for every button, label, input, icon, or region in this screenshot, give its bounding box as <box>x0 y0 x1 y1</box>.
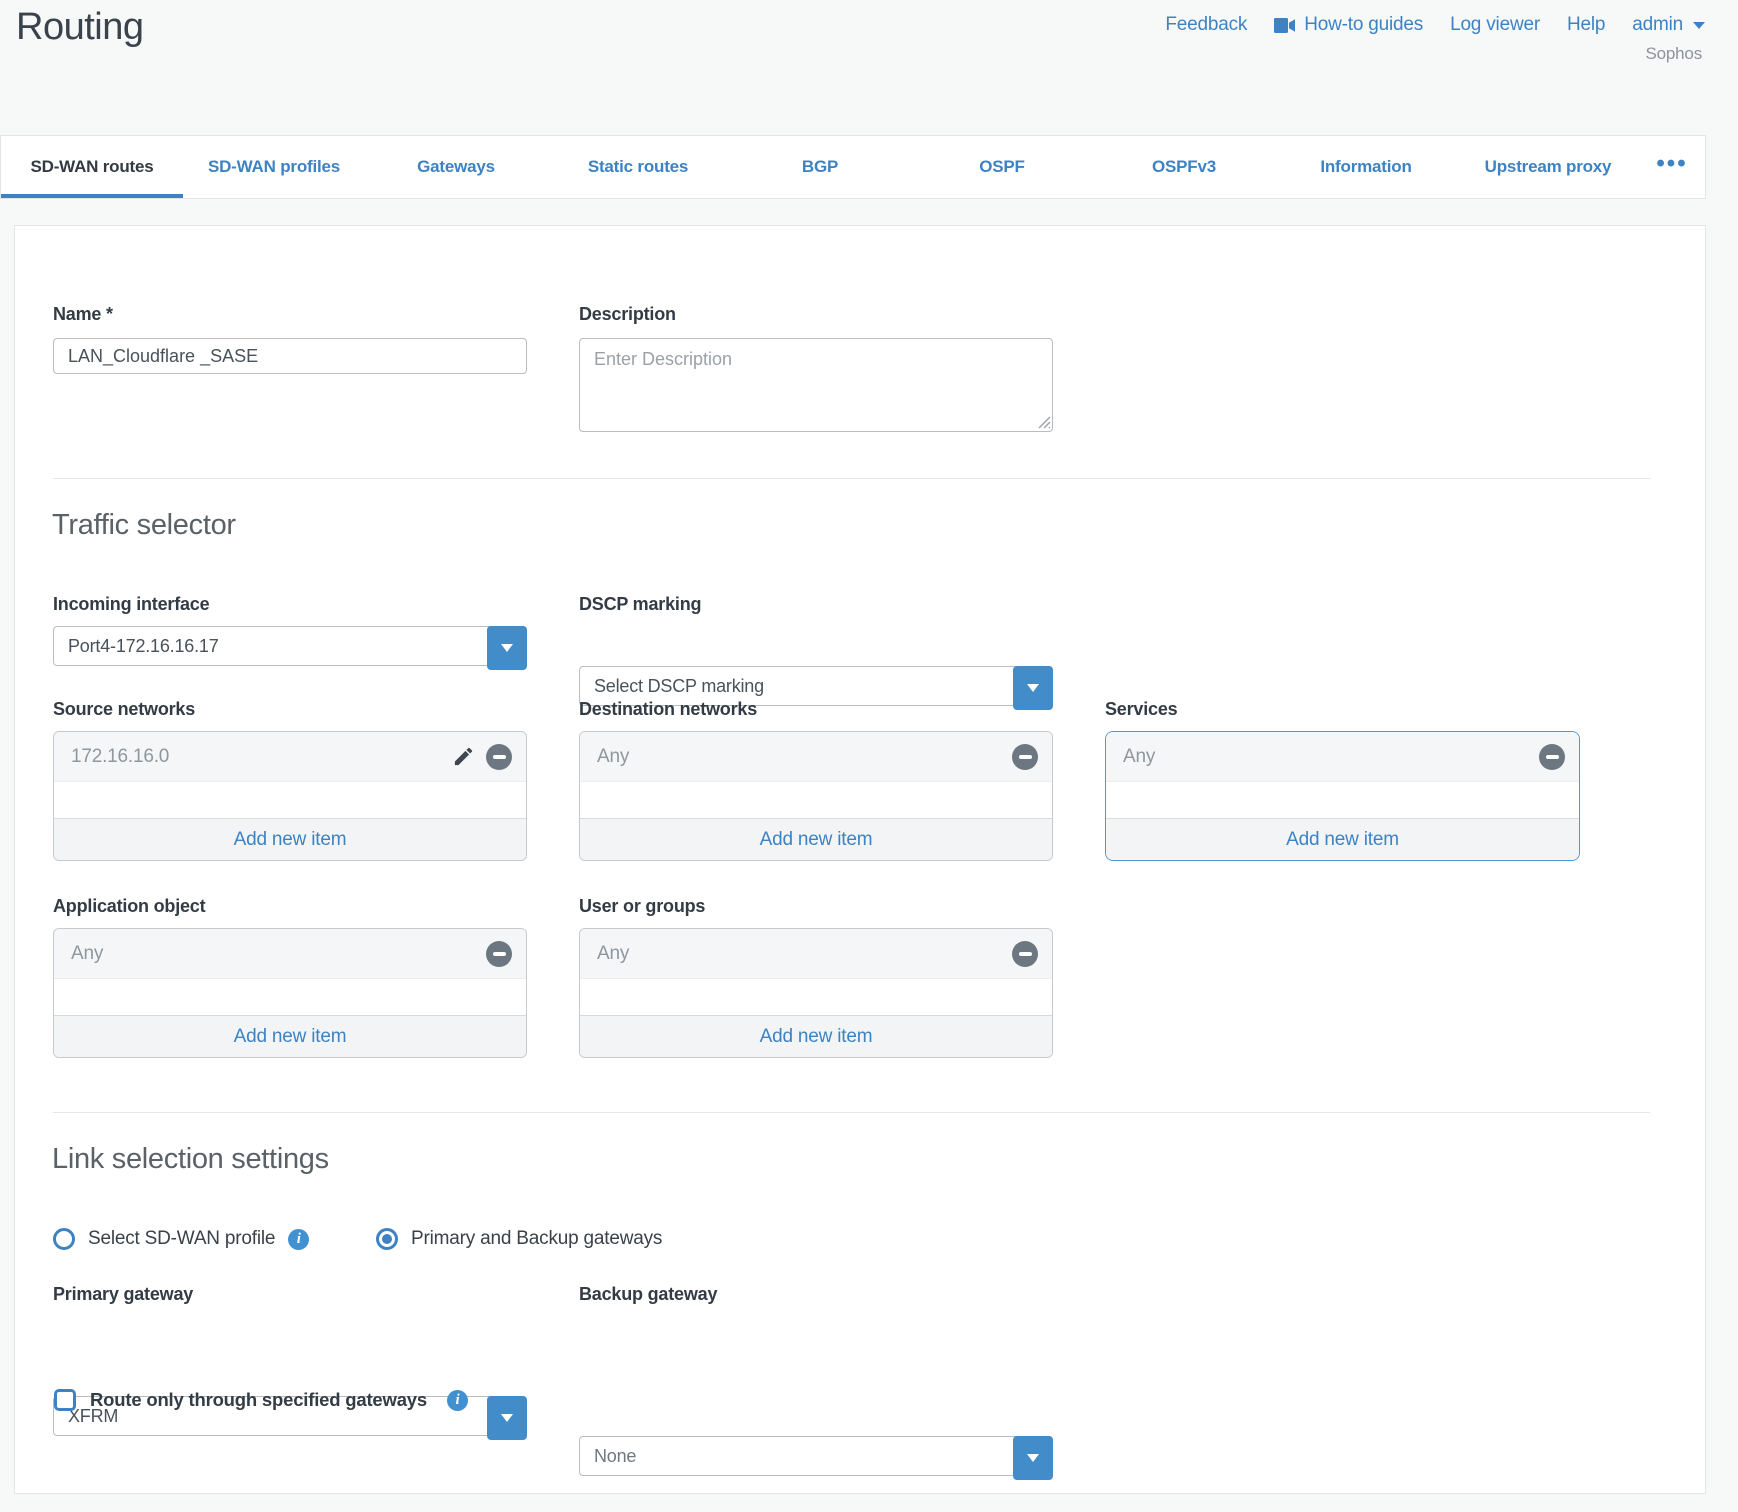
chevron-down-icon[interactable] <box>1013 666 1053 710</box>
tab-information[interactable]: Information <box>1275 136 1457 198</box>
chevron-down-icon[interactable] <box>487 626 527 670</box>
tab-ospf[interactable]: OSPF <box>911 136 1093 198</box>
tab-static-routes[interactable]: Static routes <box>547 136 729 198</box>
link-selection-heading: Link selection settings <box>52 1143 329 1176</box>
list-item: Any <box>580 732 1052 782</box>
help-link[interactable]: Help <box>1567 14 1605 36</box>
log-viewer-link[interactable]: Log viewer <box>1450 14 1540 36</box>
route-only-checkbox[interactable] <box>54 1389 76 1411</box>
description-label: Description <box>579 304 676 325</box>
tab-bgp[interactable]: BGP <box>729 136 911 198</box>
pencil-icon[interactable] <box>452 745 475 768</box>
traffic-selector-heading: Traffic selector <box>52 509 236 542</box>
backup-gateway-select[interactable]: None <box>579 1436 1053 1476</box>
user-or-groups-label: User or groups <box>579 896 705 917</box>
incoming-interface-value: Port4-172.16.16.17 <box>68 636 219 656</box>
list-item: Any <box>1106 732 1579 782</box>
minus-circle-icon[interactable] <box>1012 744 1038 770</box>
howto-guides-link[interactable]: How-to guides <box>1274 14 1423 36</box>
backup-gateway-value: None <box>594 1446 636 1466</box>
list-item-label: Any <box>597 943 1012 965</box>
chevron-down-icon[interactable] <box>1013 1436 1053 1480</box>
name-label: Name * <box>53 304 113 325</box>
minus-circle-icon[interactable] <box>1539 744 1565 770</box>
dscp-marking-value: Select DSCP marking <box>594 676 764 696</box>
radio-select-sdwan-profile[interactable]: Select SD-WAN profile i <box>53 1228 309 1250</box>
backup-gateway-label: Backup gateway <box>579 1284 717 1305</box>
primary-gateway-label: Primary gateway <box>53 1284 193 1305</box>
incoming-interface-select[interactable]: Port4-172.16.16.17 <box>53 626 527 666</box>
destination-networks-label: Destination networks <box>579 699 757 720</box>
list-item: 172.16.16.0 <box>54 732 526 782</box>
source-networks-label: Source networks <box>53 699 195 720</box>
services-box: Any Add new item <box>1105 731 1580 861</box>
add-new-item-button[interactable]: Add new item <box>580 818 1052 860</box>
route-only-checkbox-row: Route only through specified gateways i <box>54 1389 468 1411</box>
divider <box>53 1112 1650 1113</box>
page-title: Routing <box>16 6 143 49</box>
list-item-label: 172.16.16.0 <box>71 746 452 768</box>
tab-gateways[interactable]: Gateways <box>365 136 547 198</box>
feedback-label: Feedback <box>1165 14 1247 36</box>
dscp-marking-label: DSCP marking <box>579 594 701 615</box>
name-input[interactable] <box>53 338 527 374</box>
header-links: Feedback How-to guides Log viewer Help a… <box>1165 14 1705 36</box>
radio-label: Select SD-WAN profile <box>88 1228 275 1250</box>
application-object-label: Application object <box>53 896 205 917</box>
routing-tabbar: SD-WAN routes SD-WAN profiles Gateways S… <box>0 135 1706 199</box>
list-item: Any <box>54 929 526 979</box>
add-new-item-button[interactable]: Add new item <box>54 818 526 860</box>
source-networks-box: 172.16.16.0 Add new item <box>53 731 527 861</box>
user-or-groups-box: Any Add new item <box>579 928 1053 1058</box>
admin-menu[interactable]: admin <box>1632 14 1705 36</box>
tab-upstream-proxy[interactable]: Upstream proxy <box>1457 136 1639 198</box>
add-new-item-button[interactable]: Add new item <box>580 1015 1052 1057</box>
add-new-item-button[interactable]: Add new item <box>1106 818 1579 860</box>
more-tabs-button[interactable]: ••• <box>1639 136 1705 198</box>
video-camera-icon <box>1274 18 1296 33</box>
divider <box>53 478 1650 479</box>
info-icon[interactable]: i <box>447 1390 468 1411</box>
minus-circle-icon[interactable] <box>1012 941 1038 967</box>
admin-label: admin <box>1632 14 1683 36</box>
brand-label: Sophos <box>1646 44 1702 64</box>
services-label: Services <box>1105 699 1177 720</box>
sdwan-route-form-panel: Name * Description Traffic selector Inco… <box>14 225 1706 1494</box>
list-item-label: Any <box>597 746 1012 768</box>
incoming-interface-label: Incoming interface <box>53 594 209 615</box>
radio-icon[interactable] <box>53 1228 75 1250</box>
list-item: Any <box>580 929 1052 979</box>
radio-primary-backup-gateways[interactable]: Primary and Backup gateways <box>376 1228 662 1250</box>
tab-sdwan-profiles[interactable]: SD-WAN profiles <box>183 136 365 198</box>
description-input[interactable] <box>579 338 1053 432</box>
chevron-down-icon[interactable] <box>487 1396 527 1440</box>
tab-sdwan-routes[interactable]: SD-WAN routes <box>1 136 183 198</box>
route-only-checkbox-label: Route only through specified gateways <box>90 1389 427 1411</box>
minus-circle-icon[interactable] <box>486 941 512 967</box>
add-new-item-button[interactable]: Add new item <box>54 1015 526 1057</box>
radio-icon[interactable] <box>376 1228 398 1250</box>
help-label: Help <box>1567 14 1605 36</box>
log-viewer-label: Log viewer <box>1450 14 1540 36</box>
howto-guides-label: How-to guides <box>1304 14 1423 36</box>
info-icon[interactable]: i <box>288 1229 309 1250</box>
minus-circle-icon[interactable] <box>486 744 512 770</box>
feedback-link[interactable]: Feedback <box>1165 14 1247 36</box>
radio-label: Primary and Backup gateways <box>411 1228 662 1250</box>
application-object-box: Any Add new item <box>53 928 527 1058</box>
list-item-label: Any <box>1123 746 1539 768</box>
list-item-label: Any <box>71 943 486 965</box>
tab-ospfv3[interactable]: OSPFv3 <box>1093 136 1275 198</box>
chevron-down-icon <box>1693 22 1705 29</box>
destination-networks-box: Any Add new item <box>579 731 1053 861</box>
